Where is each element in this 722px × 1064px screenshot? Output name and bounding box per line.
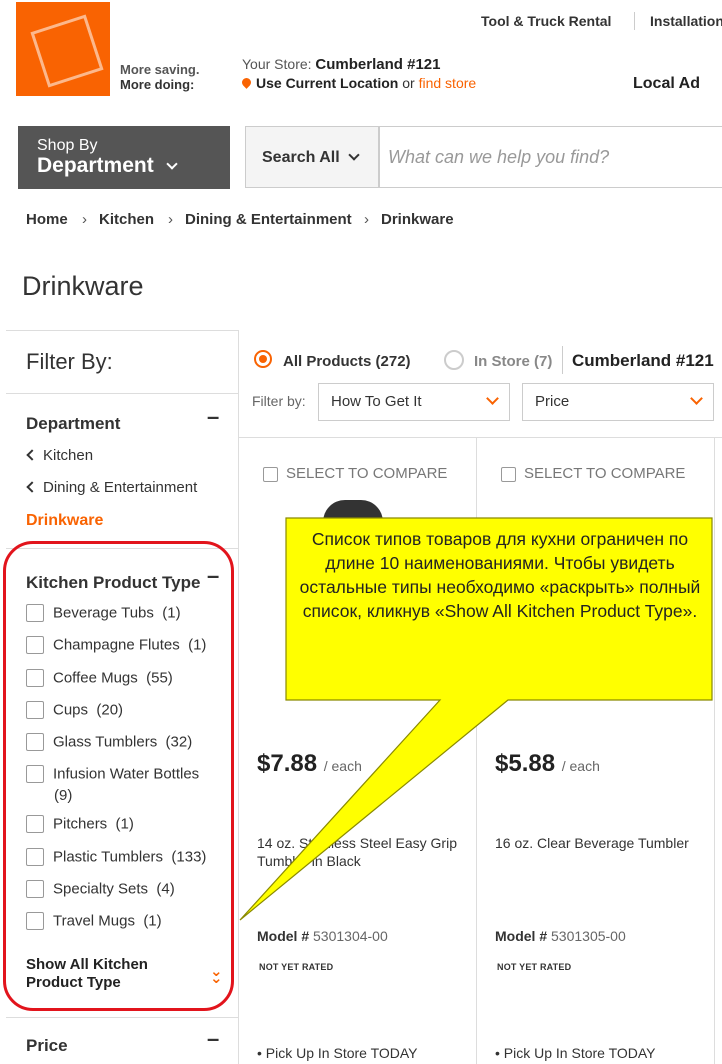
callout-text: Список типов товаров для кухни ограничен…	[299, 529, 701, 621]
